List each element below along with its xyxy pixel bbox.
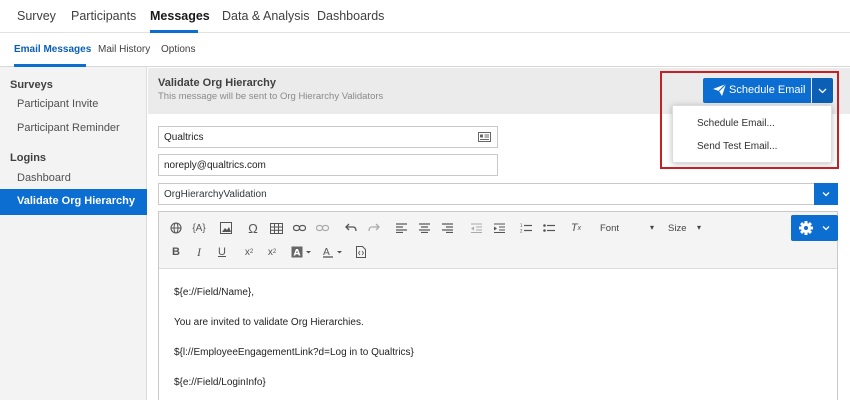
top-nav: Survey Participants Messages Data & Anal… (0, 0, 850, 33)
font-select-label: Font (600, 223, 620, 234)
sidebar: Surveys Participant Invite Participant R… (0, 67, 147, 400)
size-select[interactable]: Size (668, 223, 686, 234)
sidebar-item-participant-invite[interactable]: Participant Invite (17, 98, 98, 110)
tab-data-analysis[interactable]: Data & Analysis (222, 9, 310, 23)
body-line: You are invited to validate Org Hierarch… (174, 317, 364, 328)
globe-icon[interactable] (167, 220, 185, 236)
background-color-icon[interactable]: A (290, 244, 316, 260)
tab-email-messages[interactable]: Email Messages (14, 44, 91, 55)
font-select[interactable]: Font (600, 223, 619, 234)
sub-nav: Email Messages Mail History Options (0, 34, 850, 67)
address-card-icon[interactable] (478, 132, 491, 145)
bold-icon[interactable]: B (167, 244, 185, 260)
tab-survey[interactable]: Survey (17, 9, 56, 23)
from-name-value: Qualtrics (164, 132, 204, 143)
from-email-value: noreply@qualtrics.com (164, 160, 266, 171)
text-color-icon[interactable]: A (321, 244, 347, 260)
sidebar-heading-surveys: Surveys (10, 79, 53, 91)
subject-dropdown-toggle[interactable] (814, 183, 838, 205)
subscript-icon[interactable]: x2 (240, 244, 258, 260)
svg-text:1: 1 (520, 223, 523, 228)
subject-select[interactable]: OrgHierarchyValidation (158, 183, 838, 205)
editor-settings-button[interactable] (791, 215, 838, 241)
body-line: ${l://EmployeeEngagementLink?d=Log in to… (174, 347, 414, 358)
svg-text:A: A (294, 249, 301, 259)
highlight-box (660, 71, 839, 169)
sidebar-heading-logins: Logins (10, 152, 47, 164)
subject-value: OrgHierarchyValidation (164, 189, 267, 200)
redo-icon[interactable] (365, 220, 383, 236)
bulleted-list-icon[interactable] (540, 220, 558, 236)
from-name-field[interactable]: Qualtrics (158, 126, 498, 148)
undo-icon[interactable] (342, 220, 360, 236)
italic-icon[interactable]: I (190, 244, 208, 260)
active-tab-indicator (150, 30, 198, 33)
chevron-down-icon: ▾ (650, 223, 655, 232)
body-line: ${e://Field/Name}, (174, 287, 255, 298)
align-right-icon[interactable] (438, 220, 456, 236)
message-editor[interactable]: {A} Ω 1 2 T x Font ▾ Size ▾ B I U x 2 x … (158, 211, 838, 400)
chevron-down-icon: ▾ (697, 223, 702, 232)
body-line: ${e://Field/LoginInfo} (174, 377, 266, 388)
align-center-icon[interactable] (415, 220, 433, 236)
sidebar-item-participant-reminder[interactable]: Participant Reminder (17, 122, 120, 134)
image-icon[interactable] (217, 220, 235, 236)
size-select-label: Size (668, 223, 687, 234)
tab-messages[interactable]: Messages (150, 9, 210, 23)
source-code-icon[interactable] (352, 244, 370, 260)
tab-options[interactable]: Options (161, 44, 195, 55)
align-left-icon[interactable] (392, 220, 410, 236)
message-title: Validate Org Hierarchy (158, 77, 276, 89)
superscript-icon[interactable]: x2 (263, 244, 281, 260)
link-icon[interactable] (290, 220, 308, 236)
clear-formatting-icon[interactable]: Tx (567, 220, 585, 236)
indent-icon[interactable] (490, 220, 508, 236)
gear-icon (799, 221, 813, 235)
special-character-icon[interactable]: Ω (244, 220, 262, 236)
table-icon[interactable] (267, 220, 285, 236)
underline-icon[interactable]: U (213, 244, 231, 260)
from-email-field[interactable]: noreply@qualtrics.com (158, 154, 498, 176)
numbered-list-icon[interactable]: 12 (517, 220, 535, 236)
editor-toolbar: {A} Ω 1 2 T x Font ▾ Size ▾ B I U x 2 x … (159, 212, 837, 269)
piped-text-icon[interactable]: {A} (190, 220, 208, 236)
tab-mail-history[interactable]: Mail History (98, 44, 150, 55)
outdent-icon[interactable] (467, 220, 485, 236)
tab-participants[interactable]: Participants (71, 9, 136, 23)
sidebar-item-dashboard[interactable]: Dashboard (17, 172, 71, 184)
message-subtitle: This message will be sent to Org Hierarc… (158, 91, 384, 102)
tab-dashboards[interactable]: Dashboards (317, 9, 384, 23)
sidebar-item-validate-org-hierarchy[interactable]: Validate Org Hierarchy (0, 189, 147, 215)
chevron-down-icon (822, 192, 830, 197)
unlink-icon[interactable] (313, 220, 331, 236)
svg-text:2: 2 (520, 229, 523, 234)
